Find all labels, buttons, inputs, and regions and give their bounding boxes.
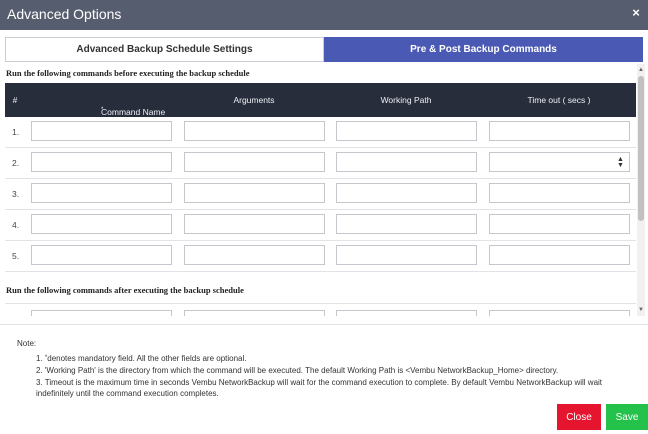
note-text: denotes mandatory field. All the other f… — [47, 354, 247, 363]
timeout-input[interactable] — [489, 214, 630, 234]
scrollbar-thumb[interactable] — [638, 76, 644, 221]
notes-section: Note: 1. *denotes mandatory field. All t… — [17, 338, 637, 400]
timeout-input[interactable] — [489, 152, 630, 172]
working-path-input[interactable] — [336, 183, 477, 203]
arguments-input[interactable] — [184, 121, 325, 141]
arguments-input[interactable] — [184, 214, 325, 234]
table-row: 2. ▲ ▼ — [5, 148, 636, 179]
col-header-command-label: Command Name — [101, 107, 166, 117]
footer-divider — [0, 324, 648, 325]
col-header-timeout: Time out ( secs ) — [527, 95, 591, 105]
working-path-input[interactable] — [336, 310, 477, 316]
command-name-input[interactable] — [31, 152, 172, 172]
tab-bar: Advanced Backup Schedule Settings Pre & … — [5, 37, 643, 62]
arguments-input[interactable] — [184, 245, 325, 265]
note-item: 1. *denotes mandatory field. All the oth… — [36, 353, 637, 364]
command-name-input[interactable] — [31, 183, 172, 203]
commands-table-header: # Command Name * Arguments Working Path T… — [5, 83, 636, 117]
close-icon[interactable]: × — [628, 5, 644, 21]
number-spinner-icon[interactable]: ▲ ▼ — [610, 156, 631, 169]
timeout-input[interactable] — [489, 310, 630, 316]
arguments-input[interactable] — [184, 152, 325, 172]
table-row: 5. — [5, 241, 636, 272]
table-row: 1. — [5, 117, 636, 148]
working-path-input[interactable] — [336, 121, 477, 141]
row-number: 2. — [12, 158, 20, 168]
col-header-arguments: Arguments — [233, 95, 275, 105]
table-row: 3. — [5, 179, 636, 210]
note-item: 3. Timeout is the maximum time in second… — [36, 378, 603, 398]
save-button[interactable]: Save — [606, 404, 648, 430]
table-row: 4. — [5, 210, 636, 241]
timeout-input[interactable] — [489, 245, 630, 265]
command-name-input[interactable] — [31, 214, 172, 234]
arguments-input[interactable] — [184, 183, 325, 203]
scroll-down-icon[interactable]: ▼ — [637, 306, 645, 314]
working-path-input[interactable] — [336, 245, 477, 265]
close-button[interactable]: Close — [557, 404, 601, 430]
note-item: 2. 'Working Path' is the directory from … — [36, 366, 559, 375]
mandatory-star: * — [101, 107, 104, 113]
command-name-input[interactable] — [31, 245, 172, 265]
notes-title: Note: — [17, 339, 37, 348]
working-path-input[interactable] — [336, 152, 477, 172]
tab-pre-post-backup-commands[interactable]: Pre & Post Backup Commands — [324, 37, 643, 62]
timeout-input[interactable] — [489, 183, 630, 203]
col-header-number: # — [12, 95, 18, 105]
col-header-working-path: Working Path — [380, 95, 432, 105]
note-prefix: 1. — [36, 354, 45, 363]
working-path-input[interactable] — [336, 214, 477, 234]
vertical-scrollbar[interactable]: ▲ ▼ — [637, 64, 645, 316]
row-number: 5. — [12, 251, 20, 261]
dialog-titlebar: Advanced Options × — [0, 0, 648, 30]
row-number: 4. — [12, 220, 20, 230]
post-commands-heading: Run the following commands after executi… — [6, 285, 244, 295]
arguments-input[interactable] — [184, 310, 325, 316]
pre-commands-heading: Run the following commands before execut… — [6, 68, 250, 78]
timeout-input[interactable] — [489, 121, 630, 141]
scroll-up-icon[interactable]: ▲ — [637, 66, 645, 74]
dialog-title: Advanced Options — [7, 6, 122, 22]
commands-scroll-area: Run the following commands before execut… — [5, 64, 636, 316]
tab-advanced-backup-schedule-settings[interactable]: Advanced Backup Schedule Settings — [5, 37, 324, 62]
row-number: 3. — [12, 189, 20, 199]
command-name-input[interactable] — [31, 121, 172, 141]
notes-list: 1. *denotes mandatory field. All the oth… — [17, 353, 637, 399]
table-row-partial — [5, 303, 636, 316]
row-number: 1. — [12, 127, 20, 137]
command-name-input[interactable] — [31, 310, 172, 316]
